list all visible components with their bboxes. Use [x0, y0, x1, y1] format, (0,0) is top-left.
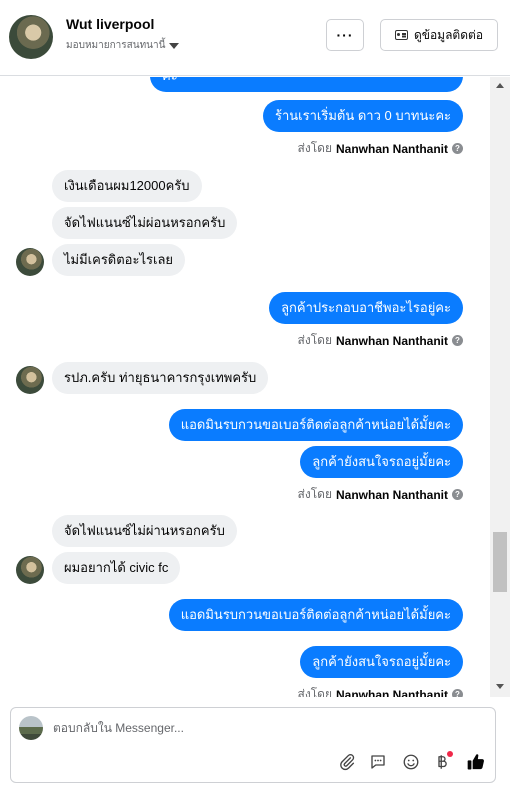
message-thread[interactable]: ค่ะ ร้านเราเริ่มต้น ดาว 0 บาทนะคะ ส่งโดย… — [0, 77, 490, 697]
view-contact-info-button[interactable]: ดูข้อมูลติดต่อ — [380, 19, 498, 51]
caret-down-icon — [169, 42, 180, 49]
attachment-icon[interactable] — [336, 751, 358, 773]
sent-by-label: ส่งโดย Nanwhan Nanthanit ? — [298, 485, 463, 504]
outgoing-message: ลูกค้ายังสนใจรถอยู่มั้ยคะ — [300, 646, 463, 678]
outgoing-message: ลูกค้าประกอบอาชีพอะไรอยู่คะ — [269, 292, 463, 324]
incoming-message: เงินเดือนผม12000ครับ — [52, 170, 202, 202]
outgoing-message: ร้านเราเริ่มต้น ดาว 0 บาทนะคะ — [263, 100, 463, 132]
outgoing-message: ลูกค้ายังสนใจรถอยู่มั้ยคะ — [300, 446, 463, 478]
emoji-icon[interactable] — [400, 751, 422, 773]
sent-by-prefix: ส่งโดย — [297, 333, 332, 347]
incoming-message: ผมอยากได้ civic fc — [52, 552, 181, 584]
sent-by-name: Nanwhan Nanthanit — [335, 141, 448, 156]
conversation-header: Wut liverpool มอบหมายการสนทนานี้ ··· ดูข… — [0, 0, 510, 76]
contact-avatar-small — [16, 556, 44, 584]
reply-input[interactable] — [53, 718, 353, 738]
page-avatar — [19, 716, 43, 740]
contact-name[interactable]: Wut liverpool — [66, 16, 154, 32]
contact-card-icon — [394, 30, 408, 40]
contact-avatar[interactable] — [9, 15, 53, 59]
assign-label: มอบหมายการสนทนานี้ — [66, 40, 166, 51]
notification-dot — [447, 751, 453, 757]
more-options-button[interactable]: ··· — [326, 19, 364, 51]
contact-avatar-small — [16, 248, 44, 276]
scrollbar[interactable] — [490, 77, 510, 697]
outgoing-message: ค่ะ — [150, 77, 463, 92]
help-icon[interactable]: ? — [452, 489, 463, 500]
view-contact-info-label: ดูข้อมูลติดต่อ — [413, 27, 484, 42]
contact-avatar-small — [16, 366, 44, 394]
reply-composer — [10, 707, 496, 783]
like-icon[interactable] — [465, 751, 487, 773]
sent-by-name: Nanwhan Nanthanit — [335, 687, 448, 698]
sent-by-name: Nanwhan Nanthanit — [335, 333, 448, 348]
incoming-message: จัดไฟแนนซ์ไม่ผ่อนหรอกครับ — [52, 207, 238, 239]
help-icon[interactable]: ? — [452, 689, 463, 697]
sent-by-name: Nanwhan Nanthanit — [335, 487, 448, 502]
scrollbar-thumb[interactable] — [493, 532, 507, 592]
sent-by-prefix: ส่งโดย — [297, 687, 332, 697]
incoming-message: จัดไฟแนนซ์ไม่ผ่านหรอกครับ — [52, 515, 237, 547]
incoming-message: รปภ.ครับ ท่ายุธนาคารกรุงเทพครับ — [52, 362, 269, 394]
sent-by-label: ส่งโดย Nanwhan Nanthanit ? — [298, 139, 463, 158]
assign-conversation-dropdown[interactable]: มอบหมายการสนทนานี้ — [66, 38, 180, 53]
sent-by-label: ส่งโดย Nanwhan Nanthanit ? — [298, 331, 463, 350]
scroll-down-arrow-icon[interactable] — [496, 684, 504, 689]
scroll-up-arrow-icon[interactable] — [496, 83, 504, 88]
outgoing-message: แอดมินรบกวนขอเบอร์ติดต่อลูกค้าหน่อยได้มั… — [168, 409, 463, 441]
help-icon[interactable]: ? — [452, 335, 463, 346]
outgoing-message: แอดมินรบกวนขอเบอร์ติดต่อลูกค้าหน่อยได้มั… — [168, 599, 463, 631]
baht-payment-icon[interactable] — [431, 751, 453, 773]
saved-replies-icon[interactable] — [367, 751, 389, 773]
help-icon[interactable]: ? — [452, 143, 463, 154]
sent-by-prefix: ส่งโดย — [297, 487, 332, 501]
incoming-message: ไม่มีเครดิตอะไรเลย — [52, 244, 186, 276]
sent-by-label: ส่งโดย Nanwhan Nanthanit ? — [298, 685, 463, 697]
sent-by-prefix: ส่งโดย — [297, 141, 332, 155]
